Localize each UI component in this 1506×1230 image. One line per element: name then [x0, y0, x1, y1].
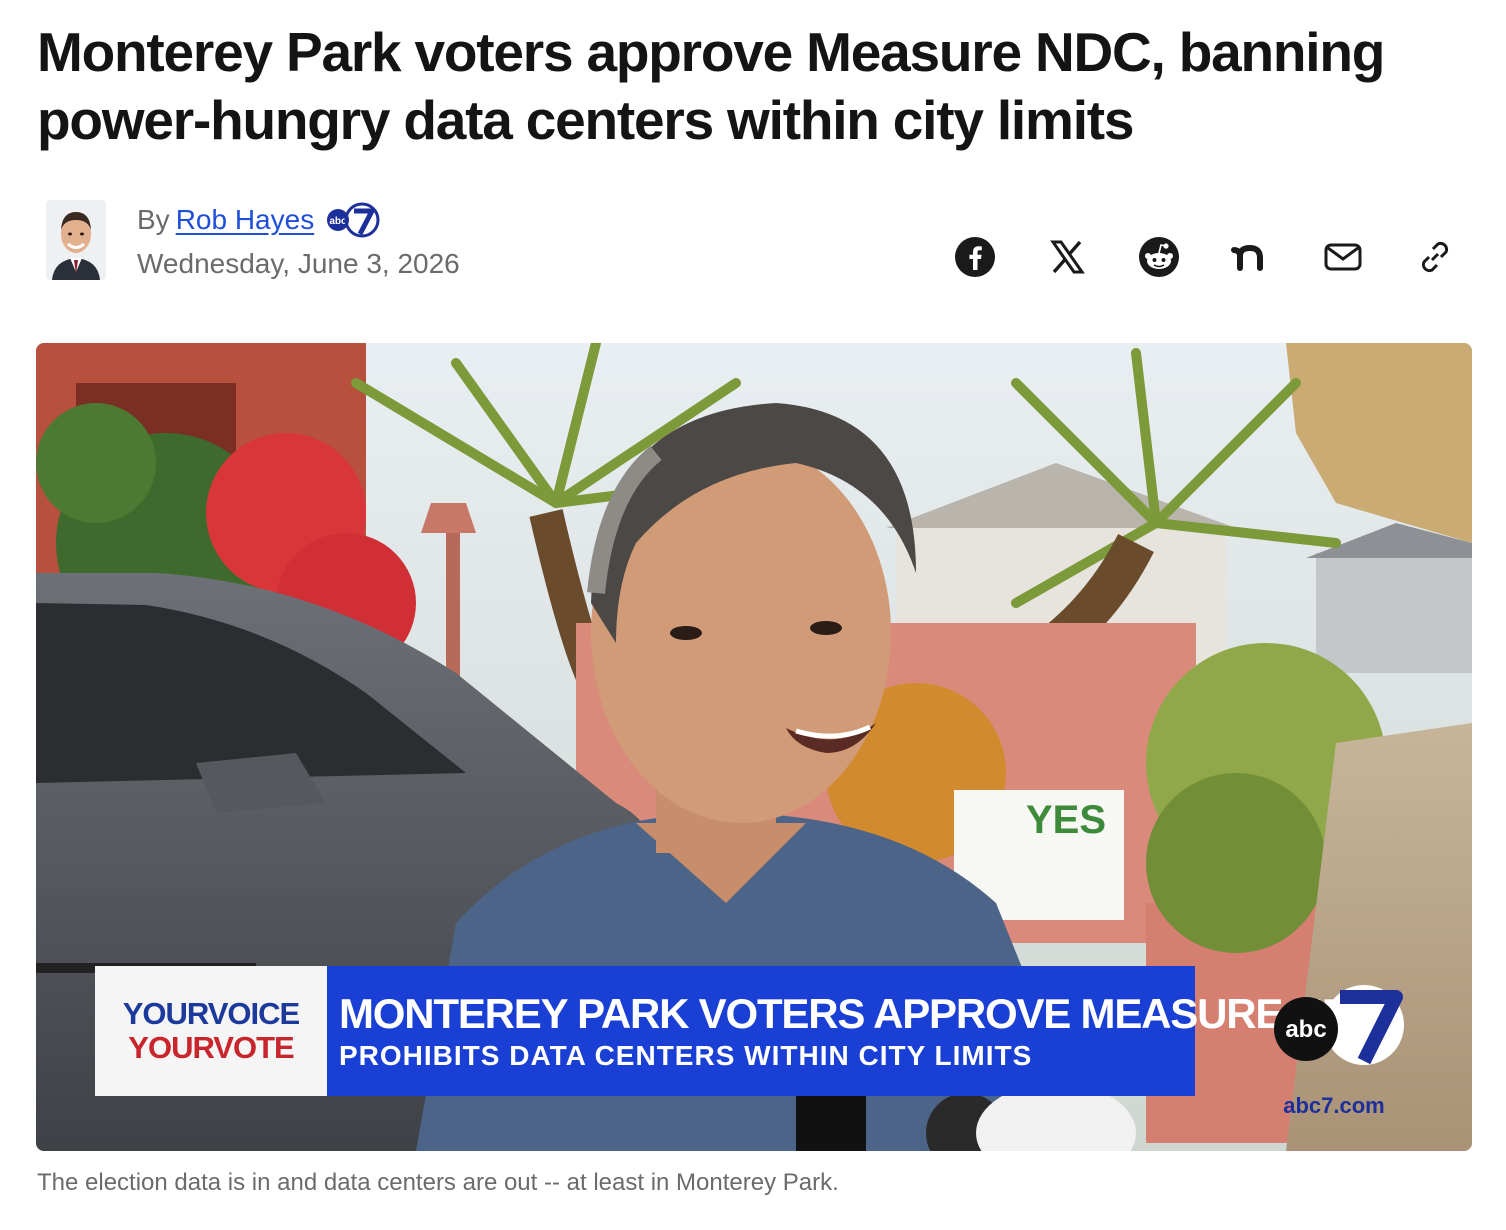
- brand-line-1: YOURVOICE: [122, 996, 300, 1031]
- link-icon[interactable]: [1414, 236, 1456, 278]
- chyron-subhead: PROHIBITS DATA CENTERS WITHIN CITY LIMIT…: [339, 1040, 1033, 1071]
- nextdoor-icon[interactable]: [1230, 236, 1272, 278]
- abc7-badge-icon: abc: [320, 202, 382, 238]
- share-bar: [954, 236, 1456, 278]
- publish-date: Wednesday, June 3, 2026: [137, 248, 460, 279]
- byline: By Rob Hayes abc: [137, 202, 460, 238]
- brand-line-2: YOURVOTE: [128, 1030, 294, 1065]
- byline-meta: By Rob Hayes abc Wednesday, June 3, 2026: [137, 202, 460, 284]
- image-caption: The election data is in and data centers…: [37, 1169, 839, 1196]
- abc7-url: abc7.com: [1283, 1093, 1385, 1118]
- byline-row: By Rob Hayes abc Wednesday, June 3, 2026: [46, 198, 1466, 288]
- article-headline: Monterey Park voters approve Measure NDC…: [37, 21, 1385, 151]
- chyron: MONTEREY PARK VOTERS APPROVE MEASURE NDC…: [327, 966, 1381, 1096]
- yard-sign-text: YES: [1026, 798, 1106, 842]
- email-icon[interactable]: [1322, 236, 1364, 278]
- abc-logo-text: abc: [1285, 1016, 1326, 1043]
- author-avatar[interactable]: [46, 200, 106, 280]
- lower-third: YOURVOICE YOURVOTE MONTEREY PARK VOTERS …: [95, 966, 1381, 1096]
- x-icon[interactable]: [1046, 236, 1088, 278]
- abc7-logo: abc: [1268, 983, 1408, 1073]
- facebook-icon[interactable]: [954, 236, 996, 278]
- your-voice-your-vote-logo: YOURVOICE YOURVOTE: [95, 966, 327, 1096]
- author-link[interactable]: Rob Hayes: [176, 202, 315, 238]
- svg-text:abc: abc: [330, 216, 348, 227]
- hero-image[interactable]: YES YOURVOICE YOURVOTE MONTEREY PARK VOT…: [36, 343, 1472, 1151]
- chyron-headline: MONTEREY PARK VOTERS APPROVE MEASURE NDC: [339, 990, 1381, 1037]
- reddit-icon[interactable]: [1138, 236, 1180, 278]
- byline-prefix: By: [137, 204, 170, 235]
